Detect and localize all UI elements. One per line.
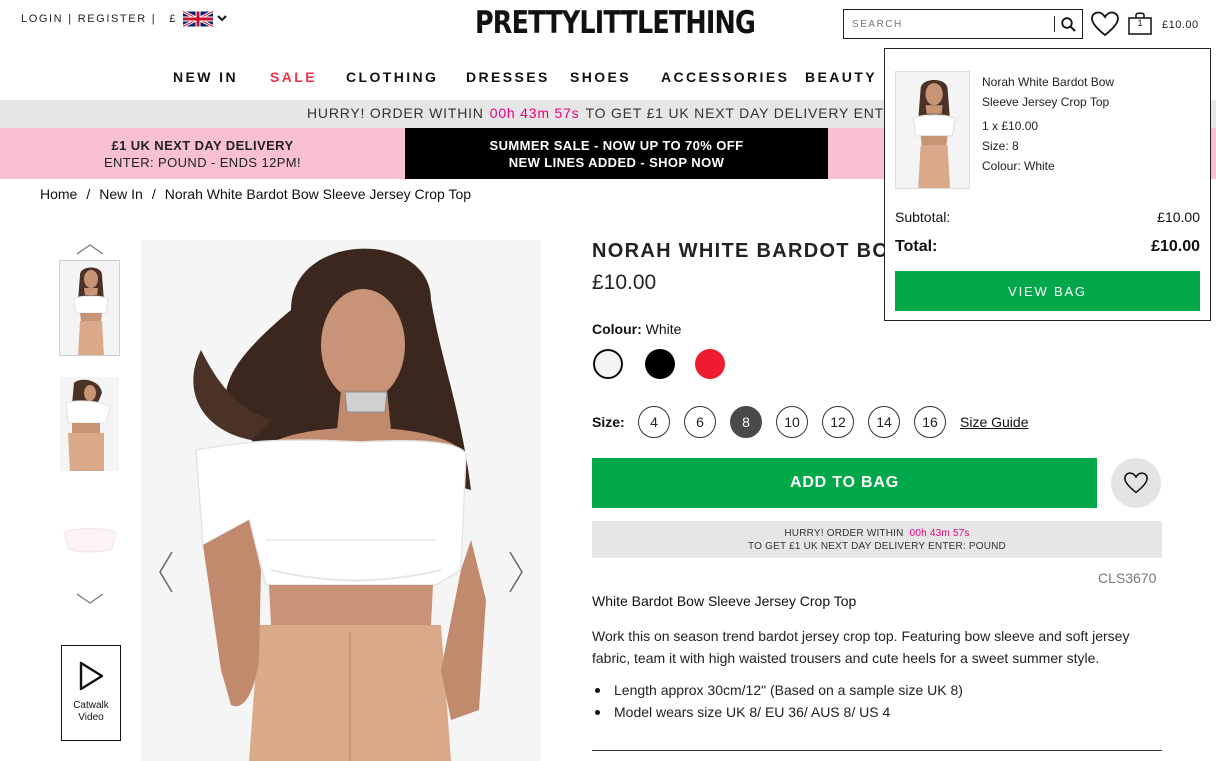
login-link[interactable]: LOGIN [21,13,63,25]
nav-dresses[interactable]: DRESSES [466,69,550,85]
promo-summer-sale[interactable]: SUMMER SALE - NOW UP TO 70% OFF NEW LINE… [405,128,828,179]
promo-title: SUMMER SALE - NOW UP TO 70% OFF [489,137,744,153]
bag-item-size: Size: 8 [982,139,1019,153]
bag-item-name[interactable]: Norah White Bardot Bow Sleeve Jersey Cro… [982,72,1142,112]
list-item: Length approx 30cm/12" (Based on a sampl… [592,679,963,701]
delivery-text: TO GET £1 UK NEXT DAY DELIVERY ENTER: PO… [748,541,1006,552]
thumbnail-1[interactable] [59,260,120,356]
main-product-image[interactable] [141,240,541,761]
model-photo [141,240,541,761]
currency-selector[interactable]: £ [169,13,177,25]
search-icon[interactable] [1058,14,1078,34]
divider [592,750,1162,751]
model-side-thumbnail [60,377,119,471]
search-input[interactable] [844,10,1054,38]
promo-title: £1 UK NEXT DAY DELIVERY [111,137,294,153]
nav-new-in[interactable]: NEW IN [173,69,238,85]
nav-sale[interactable]: SALE [270,69,317,85]
hurry-text: HURRY! ORDER WITHIN [784,528,904,539]
chevron-up-icon[interactable] [75,242,105,256]
catwalk-label: Catwalk [73,700,109,711]
add-to-bag-button[interactable]: ADD TO BAG [592,458,1097,508]
product-title: NORAH WHITE BARDOT BOW [592,240,910,262]
bag-item-image[interactable] [895,71,970,189]
uk-flag-icon[interactable] [182,11,213,27]
subtotal-value: £10.00 [1157,209,1200,225]
model-front-thumbnail [60,261,119,355]
size-option[interactable]: 12 [822,406,854,438]
size-option[interactable]: 10 [776,406,808,438]
product-price: £10.00 [592,271,657,294]
mini-bag-popup: Norah White Bardot Bow Sleeve Jersey Cro… [884,48,1211,321]
thumbnail-3[interactable] [59,492,120,588]
product-sku: CLS3670 [1098,570,1157,586]
chevron-right-icon[interactable] [506,550,526,594]
bag-subtotal-row: Subtotal: £10.00 [895,209,1200,225]
colour-label-key: Colour: [592,321,642,337]
add-to-wishlist-button[interactable] [1111,458,1161,508]
chevron-left-icon[interactable] [156,550,176,594]
countdown-timer: 00h 43m 57s [489,105,580,121]
promo-next-day[interactable]: £1 UK NEXT DAY DELIVERY ENTER: POUND - E… [0,128,405,179]
bag-total[interactable]: £10.00 [1162,19,1199,31]
divider [1054,16,1055,32]
play-icon [79,661,104,691]
heart-icon [1124,472,1148,494]
register-link[interactable]: REGISTER [78,13,147,25]
site-logo[interactable]: PRETTYLITTLETHING [475,5,756,41]
breadcrumb-current: Norah White Bardot Bow Sleeve Jersey Cro… [164,186,472,202]
chevron-down-icon[interactable] [75,592,105,606]
subtotal-label: Subtotal: [895,209,951,225]
product-details-list: Length approx 30cm/12" (Based on a sampl… [592,679,963,723]
breadcrumb-separator: / [86,186,91,202]
colour-swatch-white[interactable] [593,349,623,379]
breadcrumb-separator: / [151,186,156,202]
model-front-thumbnail [896,72,969,188]
size-guide-link[interactable]: Size Guide [960,414,1028,430]
bag-item-qty-price: 1 x £10.00 [982,119,1039,133]
product-flatlay-thumbnail [60,493,119,587]
bag-total-row: Total: £10.00 [895,238,1200,256]
divider: | [68,13,73,25]
account-links: LOGIN | REGISTER | £ [21,11,227,27]
search-box [843,9,1083,39]
colour-label: Colour: White [592,321,681,337]
product-description: Work this on season trend bardot jersey … [592,628,1130,666]
total-value: £10.00 [1151,238,1200,255]
nav-shoes[interactable]: SHOES [570,69,631,85]
product-subtitle: White Bardot Bow Sleeve Jersey Crop Top [592,593,857,609]
breadcrumb-home[interactable]: Home [40,186,77,202]
breadcrumb: Home / New In / Norah White Bardot Bow Sleev… [40,186,471,202]
chevron-down-icon[interactable] [217,14,227,25]
catwalk-video-button[interactable]: Catwalk Video [61,645,121,741]
colour-swatch-red[interactable] [695,349,725,379]
nav-clothing[interactable]: CLOTHING [346,69,438,85]
thumbnail-2[interactable] [59,376,120,472]
bag-item-colour: Colour: White [982,159,1055,173]
colour-value: White [645,321,682,337]
breadcrumb-new-in[interactable]: New In [99,186,143,202]
promo-subtitle: ENTER: POUND - ENDS 12PM! [103,154,302,170]
size-option[interactable]: 6 [684,406,716,438]
catwalk-label: Video [78,712,104,723]
divider: | [151,13,157,25]
total-label: Total: [895,238,938,255]
size-label: Size: [592,414,625,430]
delivery-countdown-box: HURRY! ORDER WITHIN 00h 43m 57s TO GET £1… [592,521,1162,558]
bag-count: 1 [1137,18,1143,28]
promo-subtitle: NEW LINES ADDED - SHOP NOW [508,154,725,170]
nav-beauty[interactable]: BEAUTY [805,69,877,85]
size-option[interactable]: 4 [638,406,670,438]
size-option[interactable]: 14 [868,406,900,438]
wishlist-heart-icon[interactable] [1090,10,1120,38]
hurry-text: HURRY! ORDER WITHIN [307,105,484,121]
countdown-timer: 00h 43m 57s [909,528,970,539]
colour-swatch-black[interactable] [645,349,675,379]
size-option-selected[interactable]: 8 [730,406,762,438]
size-option[interactable]: 16 [914,406,946,438]
view-bag-button[interactable]: VIEW BAG [895,271,1200,311]
nav-accessories[interactable]: ACCESSORIES [661,69,789,85]
list-item: Model wears size UK 8/ EU 36/ AUS 8/ US … [592,701,963,723]
